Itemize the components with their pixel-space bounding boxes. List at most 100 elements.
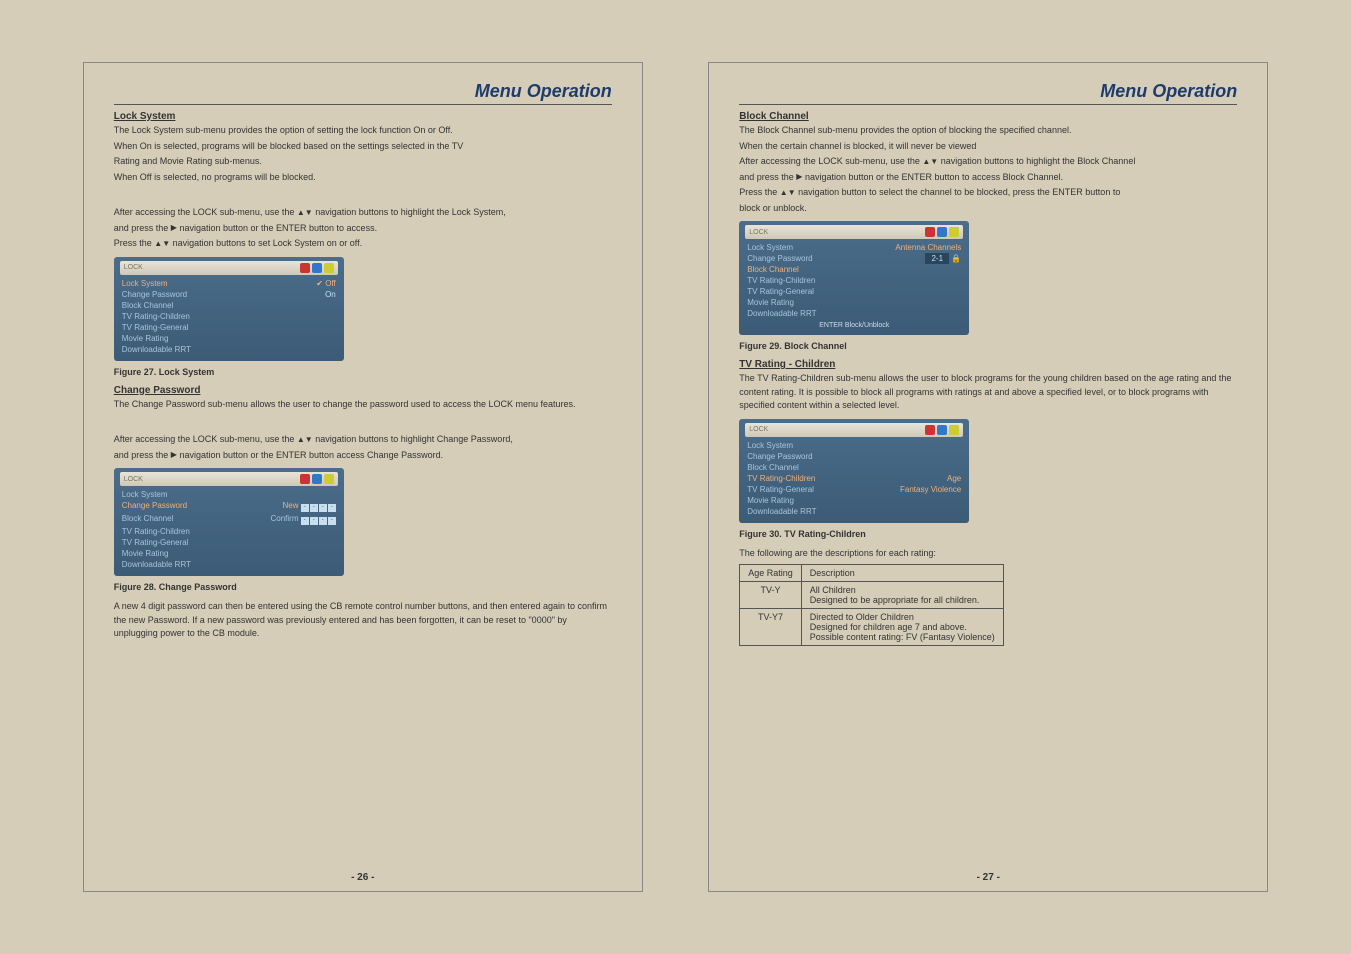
channel-box: 2-1 🔒 (925, 254, 961, 263)
table-header: Description (801, 565, 1003, 582)
page-number: - 27 - (709, 872, 1267, 883)
osd-label: Change Password (747, 452, 812, 461)
text: and press the ▶ navigation button or the… (114, 449, 612, 463)
table-row: TV-Y7 Directed to Older Children Designe… (740, 609, 1003, 646)
text: navigation button or the ENTER button to… (177, 223, 377, 233)
osd-footer: ENTER Block/Unblock (745, 322, 963, 329)
osd-row: Movie Rating (745, 495, 963, 506)
text: Press the ▲▼ navigation button to select… (739, 186, 1237, 200)
password-boxes: ---- (301, 504, 336, 512)
text: The following are the descriptions for e… (739, 547, 1237, 561)
osd-label: Downloadable RRT (122, 345, 191, 354)
table-header: Age Rating (740, 565, 802, 582)
osd-label: Movie Rating (747, 496, 794, 505)
osd-row: TV Rating-General Fantasy Violence (745, 484, 963, 495)
osd-label: Movie Rating (122, 334, 169, 343)
text: The Change Password sub-menu allows the … (114, 398, 612, 412)
password-fields: Confirm ---- (271, 514, 336, 525)
osd-label: TV Rating-Children (747, 276, 815, 285)
text: block or unblock. (739, 202, 1237, 216)
osd-row: Block Channel Confirm ---- (120, 513, 338, 526)
osd-screenshot-change-password: LOCK Lock System Change Password New ---… (114, 468, 344, 576)
age-rating-cell: TV-Y7 (740, 609, 802, 646)
osd-row: Downloadable RRT (120, 559, 338, 570)
text: navigation buttons to highlight Change P… (313, 434, 513, 444)
osd-label: Block Channel (122, 301, 174, 310)
osd-row: Block Channel (745, 264, 963, 275)
figure-caption-29: Figure 29. Block Channel (739, 341, 1237, 351)
description-cell: All Children Designed to be appropriate … (801, 582, 1003, 609)
text: navigation button or the ENTER button ac… (177, 450, 443, 460)
text: After accessing the LOCK sub-menu, use t… (114, 433, 612, 447)
text: Designed to be appropriate for all child… (810, 595, 995, 605)
text: navigation buttons to highlight the Lock… (313, 207, 506, 217)
section-change-password-title: Change Password (114, 385, 612, 396)
osd-value: Age (947, 474, 961, 483)
text: When On is selected, programs will be bl… (114, 140, 612, 154)
field-label: New (283, 501, 299, 510)
osd-row: TV Rating-General (120, 322, 338, 333)
osd-row: Lock System (745, 440, 963, 451)
osd-nav-icons (925, 227, 959, 237)
osd-header: LOCK (120, 472, 338, 486)
text: After accessing the LOCK sub-menu, use t… (114, 207, 297, 217)
text: and press the (739, 172, 796, 182)
osd-row: Change Password (745, 451, 963, 462)
osd-row: Movie Rating (745, 297, 963, 308)
text: After accessing the LOCK sub-menu, use t… (739, 156, 922, 166)
osd-value: On (325, 290, 336, 299)
osd-label: Block Channel (747, 463, 799, 472)
osd-nav-icons (925, 425, 959, 435)
text: Rating and Movie Rating sub-menus. (114, 155, 612, 169)
osd-row: Movie Rating (120, 333, 338, 344)
osd-label: Change Password (747, 254, 812, 263)
figure-caption-27: Figure 27. Lock System (114, 367, 612, 377)
text: After accessing the LOCK sub-menu, use t… (114, 206, 612, 220)
figure-caption-28: Figure 28. Change Password (114, 582, 612, 592)
page-title: Menu Operation (1100, 81, 1237, 101)
text: When Off is selected, no programs will b… (114, 171, 612, 185)
password-boxes: ---- (301, 517, 336, 525)
text: Possible content rating: FV (Fantasy Vio… (810, 632, 995, 642)
manual-page-26: Menu Operation Lock System The Lock Syst… (83, 62, 643, 892)
figure-caption-30: Figure 30. TV Rating-Children (739, 529, 1237, 539)
osd-label: Movie Rating (747, 298, 794, 307)
osd-row: Change Password 2-1 🔒 (745, 253, 963, 264)
osd-header-label: LOCK (749, 229, 768, 236)
osd-row: TV Rating-Children (745, 275, 963, 286)
header-bar: Menu Operation (739, 81, 1237, 105)
up-down-arrow-icon: ▲▼ (922, 158, 938, 166)
osd-header: LOCK (745, 225, 963, 239)
osd-label: TV Rating-General (122, 538, 189, 547)
osd-label: TV Rating-General (747, 287, 814, 296)
up-down-arrow-icon: ▲▼ (297, 436, 313, 444)
text: The Block Channel sub-menu provides the … (739, 124, 1237, 138)
osd-label: TV Rating-General (747, 485, 814, 494)
text: and press the (114, 223, 171, 233)
text: navigation buttons to set Lock System on… (170, 238, 362, 248)
osd-label: TV Rating-Children (122, 527, 190, 536)
osd-value: Fantasy Violence (900, 485, 961, 494)
table-row: TV-Y All Children Designed to be appropr… (740, 582, 1003, 609)
text: navigation buttons to highlight the Bloc… (938, 156, 1135, 166)
osd-screenshot-block-channel: LOCK Lock System Antenna Channels Change … (739, 221, 969, 335)
osd-row: Lock System (120, 489, 338, 500)
osd-right-header: Antenna Channels (895, 243, 961, 252)
text: When the certain channel is blocked, it … (739, 140, 1237, 154)
password-fields: New ---- (283, 501, 336, 512)
osd-label: Lock System (747, 243, 793, 252)
osd-label: Change Password (122, 501, 187, 512)
osd-label: TV Rating-Children (747, 474, 815, 483)
text: navigation button to select the channel … (796, 187, 1121, 197)
osd-label: TV Rating-General (122, 323, 189, 332)
page-title: Menu Operation (475, 81, 612, 101)
text: The TV Rating-Children sub-menu allows t… (739, 372, 1237, 413)
text: The Lock System sub-menu provides the op… (114, 124, 612, 138)
text: and press the ▶ navigation button or the… (739, 171, 1237, 185)
osd-row: Downloadable RRT (745, 506, 963, 517)
osd-screenshot-tv-rating-children: LOCK Lock System Change Password Block C… (739, 419, 969, 523)
osd-header-label: LOCK (124, 264, 143, 271)
osd-row: TV Rating-Children (120, 526, 338, 537)
osd-label: Movie Rating (122, 549, 169, 558)
section-block-channel-title: Block Channel (739, 111, 1237, 122)
